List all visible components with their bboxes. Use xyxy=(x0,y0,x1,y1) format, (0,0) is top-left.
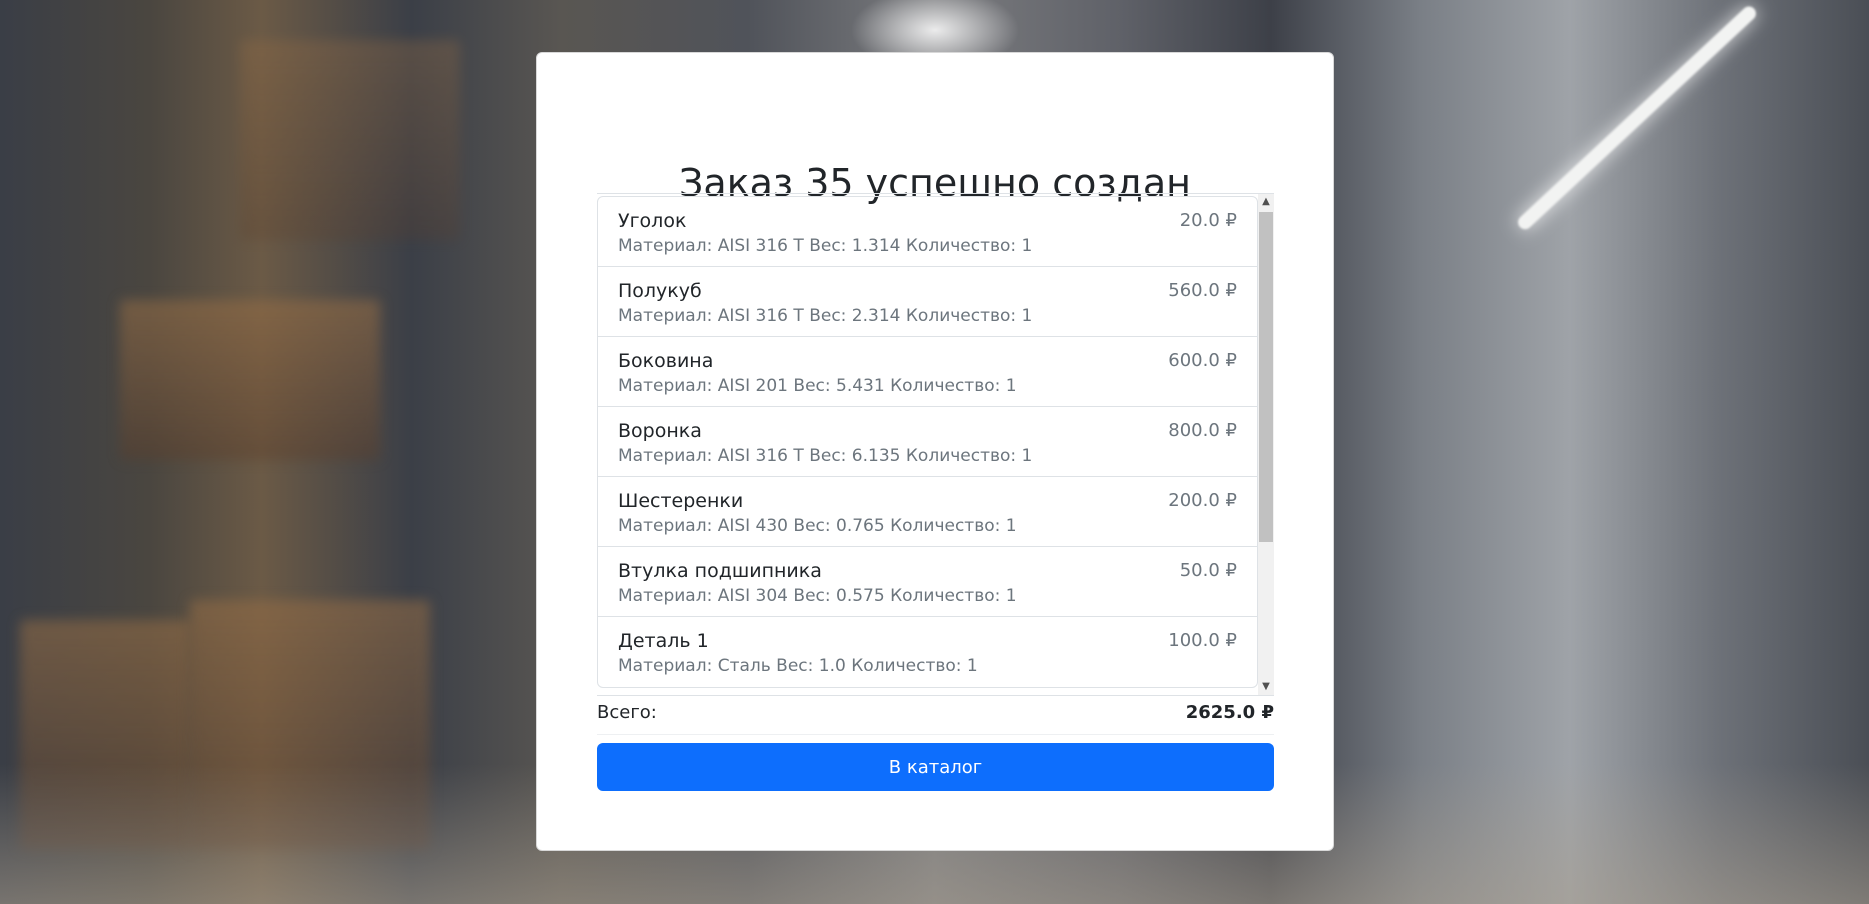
item-price: 200.0 ₽ xyxy=(1168,490,1237,511)
item-price: 20.0 ₽ xyxy=(1179,210,1237,231)
total-label: Всего: xyxy=(597,702,657,723)
item-details: Материал: AISI 304 Вес: 0.575 Количество… xyxy=(618,586,1017,606)
item-price: 50.0 ₽ xyxy=(1179,560,1237,581)
item-details: Материал: AISI 316 T Вес: 2.314 Количест… xyxy=(618,306,1033,326)
item-price: 560.0 ₽ xyxy=(1168,280,1237,301)
item-details: Материал: Сталь Вес: 1.0 Количество: 1 xyxy=(618,656,978,676)
item-name: Уголок xyxy=(618,210,687,232)
item-price: 600.0 ₽ xyxy=(1168,350,1237,371)
list-item: Деталь 1 Материал: Сталь Вес: 1.0 Количе… xyxy=(598,617,1257,687)
list-item: Боковина Материал: AISI 201 Вес: 5.431 К… xyxy=(598,337,1257,407)
item-details: Материал: AISI 430 Вес: 0.765 Количество… xyxy=(618,516,1017,536)
item-details: Материал: AISI 316 T Вес: 6.135 Количест… xyxy=(618,446,1033,466)
item-details: Материал: AISI 316 T Вес: 1.314 Количест… xyxy=(618,236,1033,256)
order-confirmation-card: Заказ 35 успешно создан Уголок Материал:… xyxy=(536,52,1334,851)
item-name: Полукуб xyxy=(618,280,702,302)
background-shelf xyxy=(240,40,460,240)
item-details: Материал: AISI 201 Вес: 5.431 Количество… xyxy=(618,376,1017,396)
order-total-row: Всего: 2625.0 ₽ xyxy=(597,696,1274,735)
item-name: Шестеренки xyxy=(618,490,744,512)
scroll-down-arrow-icon[interactable]: ▼ xyxy=(1258,679,1274,695)
list-item: Полукуб Материал: AISI 316 T Вес: 2.314 … xyxy=(598,267,1257,337)
item-price: 800.0 ₽ xyxy=(1168,420,1237,441)
list-item: Шестеренки Материал: AISI 430 Вес: 0.765… xyxy=(598,477,1257,547)
item-name: Воронка xyxy=(618,420,702,442)
order-items-list: Уголок Материал: AISI 316 T Вес: 1.314 К… xyxy=(597,196,1258,688)
list-item: Уголок Материал: AISI 316 T Вес: 1.314 К… xyxy=(598,197,1257,267)
background-shelf xyxy=(120,300,380,460)
item-price: 100.0 ₽ xyxy=(1168,630,1237,651)
item-name: Втулка подшипника xyxy=(618,560,822,582)
scroll-up-arrow-icon[interactable]: ▲ xyxy=(1258,194,1274,210)
scrollbar-thumb[interactable] xyxy=(1259,212,1273,542)
list-item: Воронка Материал: AISI 316 T Вес: 6.135 … xyxy=(598,407,1257,477)
list-item: Втулка подшипника Материал: AISI 304 Вес… xyxy=(598,547,1257,617)
item-name: Деталь 1 xyxy=(618,630,709,652)
total-value: 2625.0 ₽ xyxy=(1185,702,1274,723)
item-name: Боковина xyxy=(618,350,714,372)
order-items-scroll-container[interactable]: Уголок Материал: AISI 316 T Вес: 1.314 К… xyxy=(597,193,1274,696)
catalog-button[interactable]: В каталог xyxy=(597,743,1274,791)
ceiling-light xyxy=(1515,3,1759,233)
list-scrollbar[interactable]: ▲ ▼ xyxy=(1258,194,1274,695)
